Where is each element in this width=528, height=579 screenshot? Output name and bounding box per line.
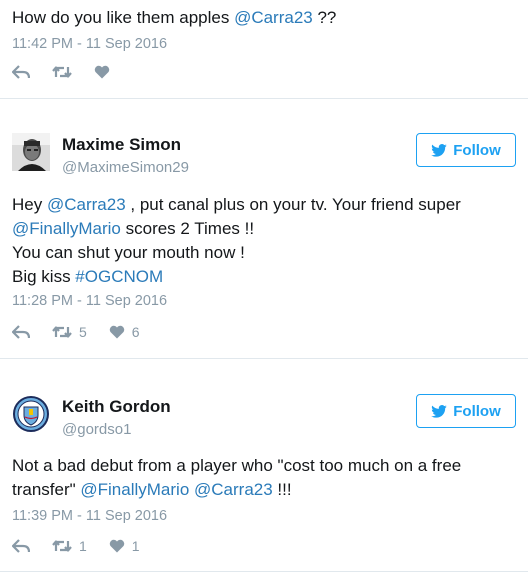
tweet-1-timestamp[interactable]: 11:42 PM - 11 Sep 2016 [12, 36, 167, 52]
like-button[interactable] [94, 65, 110, 79]
text-line: @FinallyMario scores 2 Times !! [12, 217, 516, 241]
avatar[interactable] [12, 395, 50, 433]
tweet-3-text: Not a bad debut from a player who "cost … [12, 454, 516, 502]
person-photo-image [12, 133, 50, 171]
divider [0, 571, 528, 572]
reply-icon [12, 539, 30, 553]
tweet-2: Maxime Simon @MaximeSimon29 Follow Hey @… [0, 99, 528, 358]
author-handle[interactable]: @gordso1 [62, 421, 131, 438]
tweet-text-segment: scores 2 Times !! [120, 219, 255, 238]
reply-button[interactable] [12, 539, 30, 553]
follow-label: Follow [453, 141, 501, 159]
reply-icon [12, 65, 30, 79]
mention-link[interactable]: @FinallyMario [12, 219, 121, 238]
text-line: Big kiss #OGCNOM [12, 265, 516, 289]
text-line: You can shut your mouth now ! [12, 241, 516, 265]
author-handle[interactable]: @MaximeSimon29 [62, 159, 189, 176]
retweet-icon [52, 540, 72, 552]
twitter-bird-icon [431, 143, 448, 157]
tweet-text-segment: Big kiss [12, 267, 76, 286]
manchester-city-crest-image [12, 395, 50, 433]
tweet-text-segment: transfer" [12, 480, 81, 499]
retweet-button[interactable]: 5 [52, 324, 87, 340]
tweet-text-segment: Hey [12, 195, 47, 214]
mention-link[interactable]: @Carra23 [194, 480, 273, 499]
tweet-text-segment: , put canal plus on your tv. Your friend… [125, 195, 461, 214]
text-line: Not a bad debut from a player who "cost … [12, 454, 516, 478]
mention-link[interactable]: @Carra23 [47, 195, 126, 214]
mention-link[interactable]: @FinallyMario [80, 480, 189, 499]
follow-button[interactable]: Follow [416, 133, 516, 167]
like-button[interactable]: 1 [109, 538, 140, 554]
retweet-button[interactable]: 1 [52, 538, 87, 554]
author-name[interactable]: Keith Gordon [62, 397, 171, 417]
heart-icon [109, 325, 124, 339]
retweet-icon [52, 66, 72, 78]
twitter-bird-icon [431, 404, 448, 418]
text-line: Hey @Carra23 , put canal plus on your tv… [12, 193, 516, 217]
like-count: 1 [131, 538, 140, 554]
reply-button[interactable] [12, 65, 30, 79]
tweet-2-timestamp[interactable]: 11:28 PM - 11 Sep 2016 [12, 293, 167, 309]
hashtag-link[interactable]: #OGCNOM [75, 267, 163, 286]
follow-label: Follow [453, 402, 501, 420]
avatar[interactable] [12, 133, 50, 171]
like-count: 6 [131, 324, 140, 340]
tweet-3-timestamp[interactable]: 11:39 PM - 11 Sep 2016 [12, 508, 167, 524]
mention-link[interactable]: @Carra23 [234, 8, 313, 27]
like-button[interactable]: 6 [109, 324, 140, 340]
follow-button[interactable]: Follow [416, 394, 516, 428]
heart-icon [94, 65, 110, 79]
tweet-text-segment: Not a bad debut from a player who "cost … [12, 456, 462, 475]
retweet-icon [52, 326, 72, 338]
reply-icon [12, 325, 30, 339]
tweet-1-text: How do you like them apples @Carra23 ?? [12, 6, 516, 30]
author-name[interactable]: Maxime Simon [62, 135, 181, 155]
tweet-2-actions: 5 6 [12, 322, 162, 342]
tweet-3-actions: 1 1 [12, 536, 162, 556]
retweet-count: 1 [79, 538, 87, 554]
tweet-1: How do you like them apples @Carra23 ?? … [0, 0, 528, 98]
tweet-2-text: Hey @Carra23 , put canal plus on your tv… [12, 193, 516, 289]
tweet-text-segment: You can shut your mouth now ! [12, 243, 245, 262]
text-line: transfer" @FinallyMario @Carra23 !!! [12, 478, 516, 502]
retweet-count: 5 [79, 324, 87, 340]
tweet-text-segment: !!! [272, 480, 292, 499]
tweet-text-segment: ?? [312, 8, 337, 27]
tweet-3: Keith Gordon @gordso1 Follow Not a bad d… [0, 359, 528, 571]
tweet-1-actions [12, 62, 132, 82]
heart-icon [109, 539, 124, 553]
retweet-button[interactable] [52, 65, 72, 79]
reply-button[interactable] [12, 325, 30, 339]
tweet-text-segment: How do you like them apples [12, 8, 235, 27]
